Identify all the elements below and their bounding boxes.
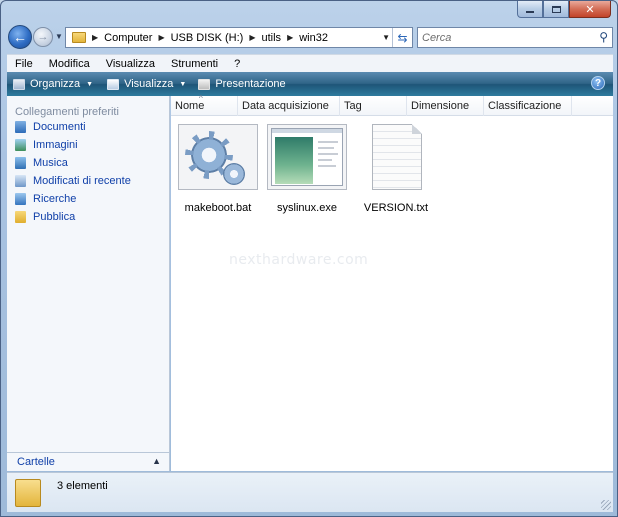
breadcrumb-label: utils — [261, 31, 282, 44]
menu-tools[interactable]: Strumenti — [163, 58, 226, 70]
column-header-name[interactable]: Nome — [171, 94, 238, 116]
file-item-version[interactable]: VERSION.txt — [351, 124, 441, 214]
organize-icon — [13, 78, 25, 90]
slideshow-label: Presentazione — [215, 78, 286, 90]
search-box: ⚲ — [417, 27, 613, 48]
forward-button[interactable]: → — [33, 27, 53, 47]
public-folder-icon — [15, 211, 26, 223]
music-icon — [15, 157, 26, 169]
menu-bar: File Modifica Visualizza Strumenti ? — [7, 54, 613, 72]
breadcrumb-label: USB DISK (H:) — [170, 31, 244, 44]
slideshow-icon — [198, 78, 211, 90]
file-name: VERSION.txt — [363, 202, 429, 214]
breadcrumb-label: Computer — [104, 31, 153, 44]
watermark-text: nexthardware.com — [229, 252, 369, 268]
breadcrumb-item[interactable]: ▶ USB DISK (H:) — [158, 32, 243, 44]
minimize-button[interactable] — [517, 1, 543, 18]
help-icon: ? — [594, 77, 602, 89]
minimize-icon — [526, 10, 534, 13]
favorite-link-label: Pubblica — [33, 211, 76, 223]
favorite-link-label: Modificati di recente — [33, 175, 131, 187]
favorite-link-pictures[interactable]: Immagini — [15, 136, 169, 154]
breadcrumb-item[interactable]: ▶ Computer — [92, 32, 152, 44]
favorites-header: Collegamenti preferiti — [15, 106, 119, 118]
pictures-icon — [15, 139, 26, 151]
views-icon — [107, 78, 120, 90]
help-button[interactable]: ? — [591, 76, 605, 90]
batch-gear-icon — [178, 124, 258, 190]
file-name: syslinux.exe — [277, 202, 337, 214]
text-file-icon — [356, 124, 436, 190]
favorite-link-music[interactable]: Musica — [15, 154, 169, 172]
chevron-up-icon: ▲ — [152, 456, 161, 466]
documents-icon — [15, 121, 26, 133]
search-input[interactable] — [422, 31, 592, 44]
search-icon[interactable]: ⚲ — [599, 30, 608, 44]
navigation-pane: Collegamenti preferiti Documenti Immagin… — [7, 96, 170, 471]
organize-button[interactable]: Organizza ▼ — [13, 78, 93, 90]
breadcrumb-separator-icon: ▶ — [249, 33, 256, 42]
folders-toggle[interactable]: Cartelle ▲ — [7, 452, 169, 471]
maximize-button[interactable] — [543, 1, 569, 18]
close-button[interactable]: ✕ — [569, 1, 611, 18]
column-header-size[interactable]: Dimensione — [407, 96, 484, 116]
favorite-link-searches[interactable]: Ricerche — [15, 190, 169, 208]
menu-view[interactable]: Visualizza — [98, 58, 163, 70]
breadcrumb-separator-icon: ▶ — [287, 33, 294, 42]
menu-edit[interactable]: Modifica — [41, 58, 98, 70]
recent-pages-dropdown[interactable]: ▼ — [55, 32, 63, 41]
organize-label: Organizza — [30, 78, 81, 90]
favorite-link-label: Immagini — [33, 139, 78, 151]
views-button[interactable]: Visualizza ▼ — [107, 78, 186, 90]
chevron-down-icon: ▼ — [179, 80, 187, 88]
back-arrow-icon: ← — [13, 29, 27, 45]
folders-label: Cartelle — [17, 456, 55, 468]
command-bar: Organizza ▼ Visualizza ▼ Presentazione ? — [7, 72, 613, 96]
maximize-icon — [551, 5, 561, 13]
close-icon: ✕ — [585, 2, 595, 16]
menu-file[interactable]: File — [7, 58, 41, 70]
search-folder-icon — [15, 193, 26, 205]
file-name: makeboot.bat — [184, 202, 252, 214]
item-count: 3 elementi — [57, 480, 108, 492]
favorite-link-recent[interactable]: Modificati di recente — [15, 172, 169, 190]
favorite-link-documents[interactable]: Documenti — [15, 118, 169, 136]
breadcrumb-label: win32 — [299, 31, 328, 44]
address-dropdown-icon[interactable]: ▼ — [382, 33, 390, 42]
column-header-row: Nome Data acquisizione Tag Dimensione Cl… — [171, 94, 613, 116]
favorite-link-label: Documenti — [33, 121, 86, 133]
column-header-tags[interactable]: Tag — [340, 96, 407, 116]
back-button[interactable]: ← — [8, 25, 32, 49]
file-list-pane: Nome Data acquisizione Tag Dimensione Cl… — [171, 94, 613, 471]
breadcrumb-separator-icon: ▶ — [92, 33, 99, 42]
chevron-down-icon: ▼ — [86, 80, 94, 88]
folder-icon — [15, 479, 41, 507]
favorite-link-label: Ricerche — [33, 193, 77, 205]
explorer-window: ✕ ← → ▼ ▶ Computer ▶ USB DISK (H:) ▶ utils … — [0, 0, 618, 517]
menu-help[interactable]: ? — [226, 58, 248, 70]
column-header-date[interactable]: Data acquisizione — [238, 96, 340, 116]
favorite-link-public[interactable]: Pubblica — [15, 208, 169, 226]
refresh-button[interactable]: ⇆ — [392, 28, 412, 47]
file-item-syslinux[interactable]: syslinux.exe — [262, 124, 352, 214]
breadcrumb-item[interactable]: ▶ utils — [249, 32, 281, 44]
folder-icon — [72, 32, 86, 43]
forward-arrow-icon: → — [37, 31, 49, 43]
breadcrumb-item[interactable]: ▶ win32 — [287, 32, 328, 44]
details-pane: 3 elementi — [7, 472, 613, 512]
views-label: Visualizza — [124, 78, 174, 90]
navigation-bar: ← → ▼ ▶ Computer ▶ USB DISK (H:) ▶ utils ▶ w… — [7, 25, 613, 51]
recent-icon — [15, 175, 26, 187]
caption-buttons: ✕ — [517, 1, 611, 19]
breadcrumb-separator-icon: ▶ — [158, 33, 165, 42]
file-item-makeboot[interactable]: makeboot.bat — [173, 124, 263, 214]
column-header-rating[interactable]: Classificazione — [484, 96, 572, 116]
executable-icon — [267, 124, 347, 190]
slideshow-button[interactable]: Presentazione — [198, 78, 286, 90]
resize-grip-icon[interactable] — [601, 500, 611, 510]
address-bar[interactable]: ▶ Computer ▶ USB DISK (H:) ▶ utils ▶ win32 ▼… — [65, 27, 413, 48]
favorite-link-label: Musica — [33, 157, 68, 169]
refresh-icon: ⇆ — [397, 30, 408, 45]
